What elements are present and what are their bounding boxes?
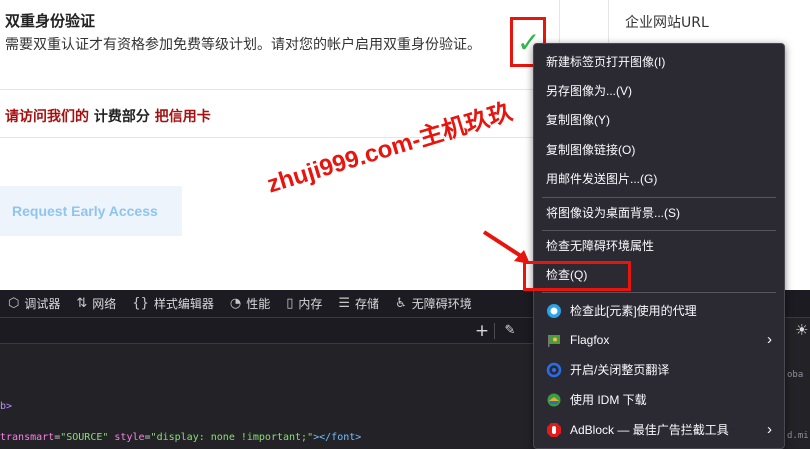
code-attr: transmart <box>0 432 55 443</box>
tab-debugger[interactable]: ⬡ 调试器 <box>0 290 68 318</box>
menu-separator <box>542 230 776 231</box>
menu-item-set-desktop-background[interactable]: 将图像设为桌面背景...(S) <box>534 200 784 226</box>
screen: 双重身份验证 需要双重认证才有资格参加免费等级计划。请对您的帐户启用双重身份验证… <box>0 0 810 449</box>
divider <box>494 323 495 339</box>
memory-icon: ▯ <box>286 296 294 311</box>
eyedropper-icon[interactable]: ✎ <box>500 321 520 341</box>
company-url-label: 企业网站URL <box>625 15 709 31</box>
inspect-highlight <box>523 261 631 291</box>
billing-link[interactable]: 计费部分 <box>89 109 155 125</box>
tab-label: 调试器 <box>24 297 61 311</box>
rules-panel: ☀ oba d.mi <box>782 318 810 449</box>
menu-item-adblock[interactable]: AdBlock — 最佳广告拦截工具 › <box>534 417 784 443</box>
menu-item-label: Flagfox <box>570 333 610 347</box>
twofa-title: 双重身份验证 <box>5 12 96 30</box>
network-icon: ⇅ <box>76 296 88 311</box>
billing-text-part: 把信用卡 <box>154 109 211 125</box>
menu-item-label: 使用 IDM 下载 <box>570 393 647 407</box>
chevron-right-icon: › <box>767 331 772 348</box>
menu-item-label: 检查此[元素]使用的代理 <box>570 304 697 318</box>
tab-memory[interactable]: ▯ 内存 <box>278 290 330 318</box>
storage-icon: ☰ <box>338 296 351 311</box>
menu-separator <box>542 197 776 198</box>
performance-icon: ◔ <box>229 296 242 311</box>
billing-text-part: 请访问我们的 <box>5 109 89 125</box>
light-theme-icon[interactable]: ☀ <box>795 321 808 339</box>
code-value: "display: none !important;" <box>150 432 314 443</box>
translate-icon <box>546 362 562 378</box>
tab-style-editor[interactable]: {} 样式编辑器 <box>124 290 222 318</box>
tab-performance[interactable]: ◔ 性能 <box>222 290 278 318</box>
tab-label: 性能 <box>246 297 271 311</box>
menu-item-idm-download[interactable]: 使用 IDM 下载 <box>534 387 784 413</box>
code-line: b> <box>0 401 13 412</box>
tab-storage[interactable]: ☰ 存储 <box>330 290 387 318</box>
twofa-row: 双重身份验证 需要双重认证才有资格参加免费等级计划。请对您的帐户启用双重身份验证… <box>0 0 560 90</box>
menu-item-copy-image-link[interactable]: 复制图像链接(O) <box>534 137 784 163</box>
tab-accessibility[interactable]: ♿ 无障碍环境 <box>387 290 480 318</box>
rules-text: oba <box>787 370 804 380</box>
menu-item-label: 开启/关闭整页翻译 <box>570 363 670 377</box>
menu-item-open-image-new-tab[interactable]: 新建标签页打开图像(I) <box>534 49 784 75</box>
idm-icon <box>547 393 561 407</box>
flagfox-icon <box>548 335 560 347</box>
chevron-right-icon: › <box>767 421 772 438</box>
debugger-icon: ⬡ <box>8 296 20 311</box>
menu-item-proxy[interactable]: 检查此[元素]使用的代理 <box>534 298 784 324</box>
menu-separator <box>542 292 776 293</box>
billing-text: 请访问我们的 计费部分 把信用卡 <box>5 106 211 126</box>
add-node-button[interactable]: + <box>472 321 492 341</box>
twofa-description: 需要双重认证才有资格参加免费等级计划。请对您的帐户启用双重身份验证。 <box>5 37 481 53</box>
tab-network[interactable]: ⇅ 网络 <box>68 290 124 318</box>
tab-label: 存储 <box>355 297 380 311</box>
menu-item-inspect-accessibility[interactable]: 检查无障碍环境属性 <box>534 233 784 259</box>
proxy-icon <box>547 304 561 318</box>
code-tag: ></font> <box>313 432 362 443</box>
menu-item-translate[interactable]: 开启/关闭整页翻译 <box>534 357 784 383</box>
menu-item-email-image[interactable]: 用邮件发送图片...(G) <box>534 166 784 192</box>
context-menu: 新建标签页打开图像(I) 另存图像为...(V) 复制图像(Y) 复制图像链接(… <box>533 43 785 449</box>
code-value: "SOURCE" <box>60 432 109 443</box>
request-early-access-button[interactable]: Request Early Access <box>0 186 182 236</box>
accessibility-icon: ♿ <box>395 296 407 311</box>
style-editor-icon: {} <box>132 296 149 311</box>
tab-label: 无障碍环境 <box>411 297 472 311</box>
adblock-icon <box>547 423 561 437</box>
menu-item-label: AdBlock — 最佳广告拦截工具 <box>570 423 729 437</box>
tab-label: 网络 <box>92 297 117 311</box>
menu-item-flagfox[interactable]: Flagfox › <box>534 327 784 353</box>
menu-item-copy-image[interactable]: 复制图像(Y) <box>534 107 784 133</box>
code-line: transmart="SOURCE" style="display: none … <box>0 432 362 443</box>
code-attr: style <box>108 432 145 443</box>
menu-item-save-image-as[interactable]: 另存图像为...(V) <box>534 78 784 104</box>
tab-label: 内存 <box>298 297 323 311</box>
rules-text: d.mi <box>787 431 809 441</box>
tab-label: 样式编辑器 <box>153 297 214 311</box>
